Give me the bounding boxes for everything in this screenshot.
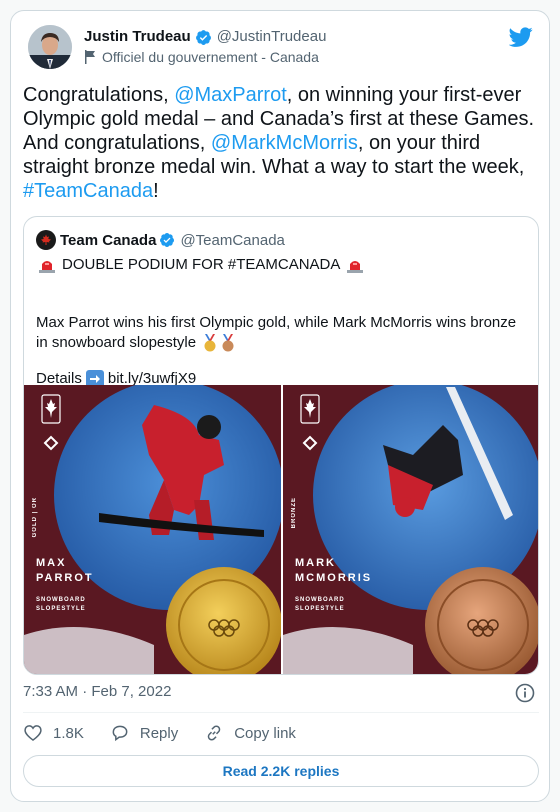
athlete-sport-line: SLOPESTYLE <box>36 606 86 612</box>
gold-medal-emoji-icon <box>204 334 216 352</box>
quoted-body: Max Parrot wins his first Olympic gold, … <box>36 314 517 351</box>
mention-link-maxparrot[interactable]: @MaxParrot <box>174 84 287 106</box>
maple-leaf-icon <box>41 234 51 245</box>
tweet-text: Congratulations, @MaxParrot, on winning … <box>23 83 543 203</box>
quoted-avatar[interactable] <box>36 230 56 250</box>
athlete-name-line: MCMORRIS <box>295 572 373 584</box>
athlete-sport-line: SLOPESTYLE <box>295 606 345 612</box>
verified-badge-icon <box>160 233 175 247</box>
heart-icon <box>24 725 42 742</box>
copy-link-button[interactable]: Copy link <box>204 723 296 743</box>
siren-emoji-icon <box>39 261 55 273</box>
athlete-name-line: PARROT <box>36 572 94 584</box>
quoted-author-name[interactable]: Team Canada <box>60 232 156 249</box>
read-replies-button[interactable]: Read 2.2K replies <box>23 755 539 787</box>
athlete-sport: SNOWBOARD SLOPESTYLE <box>295 596 345 614</box>
author-block: Justin Trudeau @JustinTrudeau Officiel d… <box>84 27 326 65</box>
author-avatar[interactable] <box>28 25 72 69</box>
reply-button[interactable]: Reply <box>110 723 178 743</box>
info-icon[interactable] <box>515 683 535 703</box>
tweet-text-part: ! <box>153 180 159 202</box>
athlete-name: MAX PARROT <box>36 556 94 586</box>
tweet-text-part: Congratulations, <box>23 84 175 106</box>
hashtag-link-teamcanada[interactable]: #TeamCanada <box>23 180 153 202</box>
twitter-bird-icon[interactable] <box>509 25 533 49</box>
action-bar: 1.8K Reply Copy link <box>23 723 322 743</box>
copy-link-label: Copy link <box>234 724 296 742</box>
reply-bubble-icon <box>112 725 128 742</box>
medal-word: BRONZE <box>291 497 297 529</box>
athlete-sport-line: SNOWBOARD <box>295 597 345 603</box>
athlete-name: MARK MCMORRIS <box>295 556 372 586</box>
siren-emoji-icon <box>347 261 364 273</box>
flag-icon <box>85 50 95 64</box>
quoted-author-handle[interactable]: @TeamCanada <box>180 232 284 249</box>
author-affiliation: Officiel du gouvernement - Canada <box>102 49 319 65</box>
quoted-image-mark-mcmorris[interactable]: BRONZE MARK MCMORRIS SNOWBOARD SLOPESTYL… <box>283 385 538 674</box>
tweet-timestamp[interactable]: 7:33 AM · Feb 7, 2022 <box>23 683 171 700</box>
tweet-card: Justin Trudeau @JustinTrudeau Officiel d… <box>10 10 550 802</box>
quoted-headline: DOUBLE PODIUM FOR #TEAMCANADA <box>62 256 341 273</box>
athlete-sport-line: SNOWBOARD <box>36 597 86 603</box>
author-handle[interactable]: @JustinTrudeau <box>217 27 327 47</box>
quoted-tweet[interactable]: Team Canada @TeamCanada DOUBLE PODIUM FO… <box>23 216 539 675</box>
divider <box>23 712 539 713</box>
medal-word: GOLD | OR <box>32 497 38 538</box>
mention-link-markmcmorris[interactable]: @MarkMcMorris <box>211 132 358 154</box>
quoted-image-max-parrot[interactable]: GOLD | OR MAX PARROT SNOWBOARD SLOPESTYL… <box>24 385 281 674</box>
mark-mcmorris-photo <box>283 385 538 674</box>
athlete-sport: SNOWBOARD SLOPESTYLE <box>36 596 86 614</box>
like-count: 1.8K <box>53 724 84 742</box>
link-icon <box>207 725 221 741</box>
quoted-text: DOUBLE PODIUM FOR #TEAMCANADA Max Parrot… <box>36 255 526 389</box>
bronze-medal-emoji-icon <box>222 334 234 352</box>
like-button[interactable]: 1.8K <box>23 723 84 743</box>
athlete-name-line: MARK <box>295 557 336 569</box>
athlete-name-line: MAX <box>36 557 67 569</box>
max-parrot-photo <box>24 385 281 674</box>
quoted-images: GOLD | OR MAX PARROT SNOWBOARD SLOPESTYL… <box>24 385 538 674</box>
reply-label: Reply <box>139 724 179 742</box>
author-name[interactable]: Justin Trudeau <box>84 27 191 47</box>
verified-badge-icon <box>195 29 211 45</box>
